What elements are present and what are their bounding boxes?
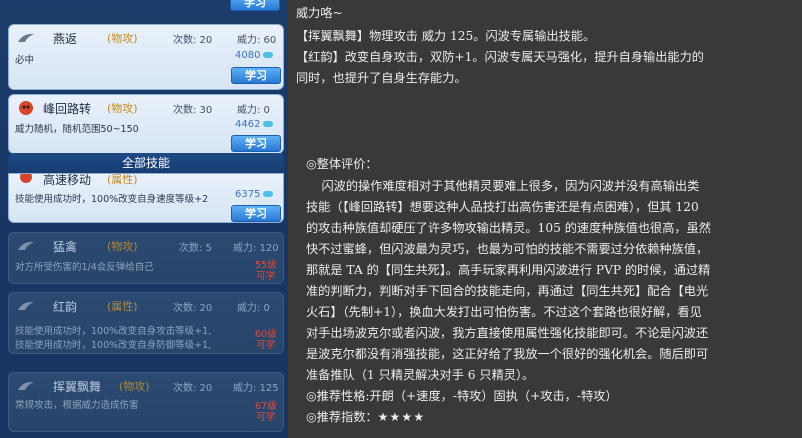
skill-desc: 常规攻击，根据威力造成伤害 — [15, 400, 139, 411]
skill-card-huiyipiaowu: 挥翼飘舞 (物攻) 次数: 20 威力: 125 常规攻击，根据威力造成伤害 6… — [8, 372, 284, 432]
text-line: 【挥翼飘舞】物理攻击 威力 125。闪波专属输出技能。 — [296, 29, 596, 43]
fire-orb-icon — [17, 172, 35, 186]
wing-icon — [17, 379, 35, 393]
skill-cost: 4462 — [235, 119, 274, 130]
skill-count: 次数: 5 — [179, 243, 212, 254]
wing-icon — [17, 239, 35, 253]
skill-card-hongyun: 红韵 (属性) 次数: 20 威力: 0 技能使用成功时，100%改变自身攻击等… — [8, 292, 284, 354]
skill-type: (物攻) — [107, 240, 138, 253]
skill-cost: 6375 — [235, 189, 274, 200]
skill-type: (物攻) — [119, 380, 150, 393]
learn-button[interactable]: 学习 — [231, 135, 281, 152]
recommended-nature: ◎推荐性格:开朗（+速度，-特攻）固执（+攻击，-特攻） — [306, 389, 618, 403]
skill-type: (属性) — [107, 173, 138, 186]
skill-cost: 4080 — [235, 50, 274, 61]
wing-icon — [17, 299, 35, 313]
text-line: 的攻击种族值却硬压了许多物攻输出精灵。105 的速度种族值也很高，虽然 — [306, 221, 711, 235]
skill-count: 次数: 20 — [173, 303, 213, 314]
star-rating: ★★★★ — [377, 410, 426, 424]
skill-card-yanfan: 燕返 (物攻) 次数: 20 威力: 60 必中 4080 学习 — [8, 24, 284, 90]
article-text: 威力咯~ 【挥翼飘舞】物理攻击 威力 125。闪波专属输出技能。 【红韵】改变自… — [290, 0, 802, 438]
text-line: 那就是 TA 的【同生共死】。高手玩家再利用闪波进行 PVP 的时候，通过精 — [306, 263, 711, 277]
text-line: 是波克尔都没有消强技能，这正好给了我放一个很好的强化机会。随后即可 — [306, 347, 709, 361]
skill-power: 威力: 120 — [233, 243, 279, 254]
text-line: 同时，也提升了自身生存能力。 — [296, 71, 467, 85]
skill-count: 次数: 20 — [173, 35, 213, 46]
skill-power: 威力: 0 — [237, 303, 270, 314]
skill-desc: 威力随机，随机范围50~150 — [15, 124, 139, 135]
skill-name: 猛禽 — [53, 240, 78, 254]
skill-type: (物攻) — [107, 32, 138, 45]
skill-name: 挥翼飘舞 — [53, 380, 102, 394]
skill-name: 高速移动 — [43, 173, 92, 187]
learn-button-top[interactable]: 学习 — [230, 0, 280, 11]
text-line: 准备推队（1 只精灵解决对手 6 只精灵）。 — [306, 368, 535, 382]
text-line: 准的判断力，判断对手下回合的技能走向，再通过【同生共死】配合【电光 — [306, 284, 709, 298]
panel-title: 全部技能 — [8, 153, 284, 173]
skill-desc: 技能使用成功时，100%改变自身速度等级+2 — [15, 194, 209, 205]
learn-button[interactable]: 学习 — [231, 205, 281, 222]
text-line: 对手出场波克尔或者闪波，我方直接使用属性强化技能即可。不论是闪波还 — [306, 326, 709, 340]
recommended-rating: ◎推荐指数：★★★★ — [306, 410, 426, 424]
level-requirement: 55级 可学 — [255, 260, 277, 282]
skill-power: 威力: 60 — [237, 35, 277, 46]
skill-desc: 必中 — [15, 55, 35, 66]
skill-panel: 学习 燕返 (物攻) 次数: 20 威力: 60 必中 4080 学习 峰回路转… — [0, 0, 288, 438]
skill-power: 威力: 125 — [233, 383, 279, 394]
coin-icon — [263, 121, 274, 127]
text-line: 火石】（先制+1），换血大发打出可怕伤害。不过这个套路也很好解，看见 — [306, 305, 702, 319]
skill-type: (物攻) — [107, 102, 138, 115]
skill-count: 次数: 30 — [173, 105, 213, 116]
section-heading: ◎整体评价： — [306, 157, 378, 171]
skill-desc: 对方所受伤害的1/4会反弹给自己 — [15, 262, 154, 273]
skill-name: 峰回路转 — [43, 102, 92, 116]
text-line: 【红韵】改变自身攻击，双防+1。闪波专属天马强化，提升自身输出能力的 — [296, 50, 704, 64]
skill-desc: 技能使用成功时，100%改变自身防御等级+1, — [15, 340, 212, 351]
text-line: 威力咯~ — [296, 6, 343, 20]
skill-name: 燕返 — [53, 32, 78, 46]
coin-icon — [263, 191, 274, 197]
text-line: 快不过蜜蜂，但闪波最为灵巧，也最为可怕的技能不需要过分依赖种族值， — [306, 242, 709, 256]
skill-name: 红韵 — [53, 300, 78, 314]
level-requirement: 67级 可学 — [255, 401, 277, 423]
text-line: 技能（【峰回路转】想要这种人品技打出高伤害还是有点困难），但其 120 — [306, 200, 699, 214]
skill-desc: 技能使用成功时，100%改变自身攻击等级+1, — [15, 326, 212, 337]
skill-card-fenghuiluzhuan: 峰回路转 (物攻) 次数: 30 威力: 0 威力随机，随机范围50~150 4… — [8, 94, 284, 154]
text-line: 闪波的操作难度相对于其他精灵要难上很多，因为闪波并没有高输出类 — [306, 179, 700, 193]
skill-power: 威力: 0 — [237, 105, 270, 116]
skill-count: 次数: 20 — [173, 383, 213, 394]
level-requirement: 60级 可学 — [255, 329, 277, 351]
learn-button[interactable]: 学习 — [231, 67, 281, 84]
wing-icon — [17, 31, 35, 45]
coin-icon — [263, 52, 274, 58]
skill-card-gaosuyidong: 高速移动 (属性) 技能使用成功时，100%改变自身速度等级+2 6375 学习 — [8, 173, 284, 223]
skill-card-mengqin: 猛禽 (物攻) 次数: 5 威力: 120 对方所受伤害的1/4会反弹给自己 5… — [8, 232, 284, 284]
fire-orb-icon — [17, 101, 35, 115]
skill-type: (属性) — [107, 300, 138, 313]
